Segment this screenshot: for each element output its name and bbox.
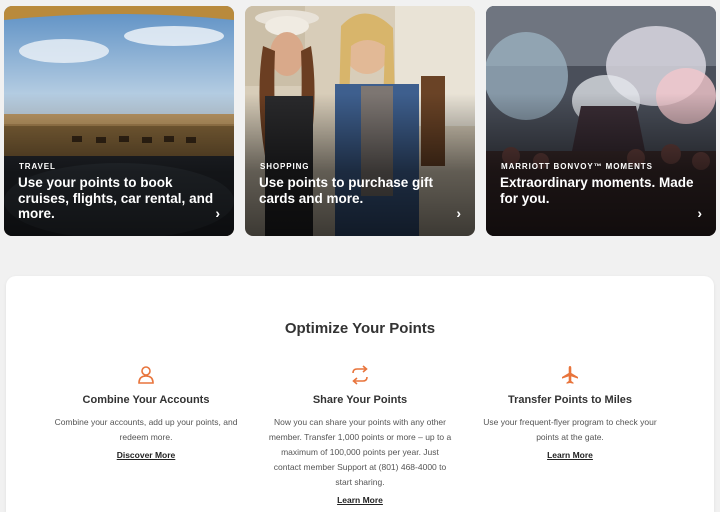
feature-heading: Combine Your Accounts (82, 394, 210, 406)
optimize-points-section: Optimize Your Points Combine Your Accoun… (6, 276, 714, 512)
moments-card[interactable]: MARRIOTT BONVOY™ MOMENTS Extraordinary m… (486, 6, 716, 236)
shopping-card[interactable]: SHOPPING Use points to purchase gift car… (245, 6, 475, 236)
share-points-column: Share Your Points Now you can share your… (268, 364, 452, 508)
chevron-right-icon[interactable]: › (697, 205, 702, 221)
card-category: MARRIOTT BONVOY™ MOMENTS (501, 162, 653, 171)
combine-accounts-column: Combine Your Accounts Combine your accou… (54, 364, 238, 463)
feature-heading: Transfer Points to Miles (507, 394, 633, 406)
travel-card[interactable]: TRAVEL Use your points to book cruises, … (4, 6, 234, 236)
airplane-icon (562, 366, 578, 384)
person-icon (138, 366, 154, 384)
learn-more-link[interactable]: Learn More (547, 450, 593, 460)
feature-description: Use your frequent-flyer program to check… (483, 417, 657, 442)
share-arrows-icon (352, 365, 368, 385)
card-category: TRAVEL (19, 162, 56, 171)
card-category: SHOPPING (260, 162, 310, 171)
transfer-miles-column: Transfer Points to Miles Use your freque… (478, 364, 662, 463)
card-title: Extraordinary moments. Made for you. (500, 175, 694, 206)
chevron-right-icon[interactable]: › (456, 205, 461, 221)
feature-description: Now you can share your points with any o… (268, 417, 452, 487)
card-title: Use points to purchase gift cards and mo… (259, 175, 434, 206)
learn-more-link[interactable]: Learn More (337, 495, 383, 505)
chevron-right-icon[interactable]: › (215, 205, 220, 221)
discover-more-link[interactable]: Discover More (117, 450, 176, 460)
feature-description: Combine your accounts, add up your point… (54, 417, 238, 442)
feature-heading: Share Your Points (312, 394, 408, 406)
card-title: Use your points to book cruises, flights… (18, 175, 214, 221)
redemption-cards: TRAVEL Use your points to book cruises, … (0, 0, 720, 250)
section-title: Optimize Your Points (284, 320, 436, 337)
